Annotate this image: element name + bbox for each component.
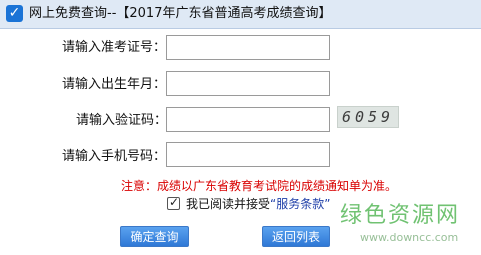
agreement-checkbox[interactable]: ✓ xyxy=(167,195,180,210)
submit-query-button[interactable]: 确定查询 xyxy=(120,226,189,247)
watermark: 绿色资源网 www.downcc.com xyxy=(340,203,481,255)
phone-input[interactable] xyxy=(166,142,330,167)
checkbox-checked-icon: ✓ xyxy=(6,5,23,22)
captcha-input[interactable] xyxy=(166,107,330,132)
phone-label: 请输入手机号码： xyxy=(62,149,167,164)
back-to-list-button[interactable]: 返回列表 xyxy=(262,226,330,247)
exam-number-label: 请输入准考证号： xyxy=(62,40,167,55)
terms-link[interactable]: “服务条款” xyxy=(270,197,330,211)
check-icon: ✓ xyxy=(169,195,180,209)
watermark-title: 绿色资源网 xyxy=(340,203,461,228)
page-title: 网上免费查询--【2017年广东省普通高考成绩查询】 xyxy=(29,6,332,21)
watermark-url: www.downcc.com xyxy=(360,231,459,244)
birth-date-label: 请输入出生年月： xyxy=(62,77,167,92)
notice-text: 注意：成绩以广东省教育考试院的成绩通知单为准。 xyxy=(121,179,398,193)
captcha-code-text: 6059 xyxy=(341,108,395,126)
captcha-image[interactable]: 6059 xyxy=(337,106,399,128)
agreement-label: 我已阅读并接受“服务条款” xyxy=(186,197,330,211)
agreement-text: 我已阅读并接受 xyxy=(186,197,271,211)
birth-date-input[interactable] xyxy=(166,71,330,96)
exam-number-input[interactable] xyxy=(166,35,330,60)
page-header: ✓ 网上免费查询--【2017年广东省普通高考成绩查询】 xyxy=(0,0,481,29)
captcha-label: 请输入验证码： xyxy=(76,113,168,128)
